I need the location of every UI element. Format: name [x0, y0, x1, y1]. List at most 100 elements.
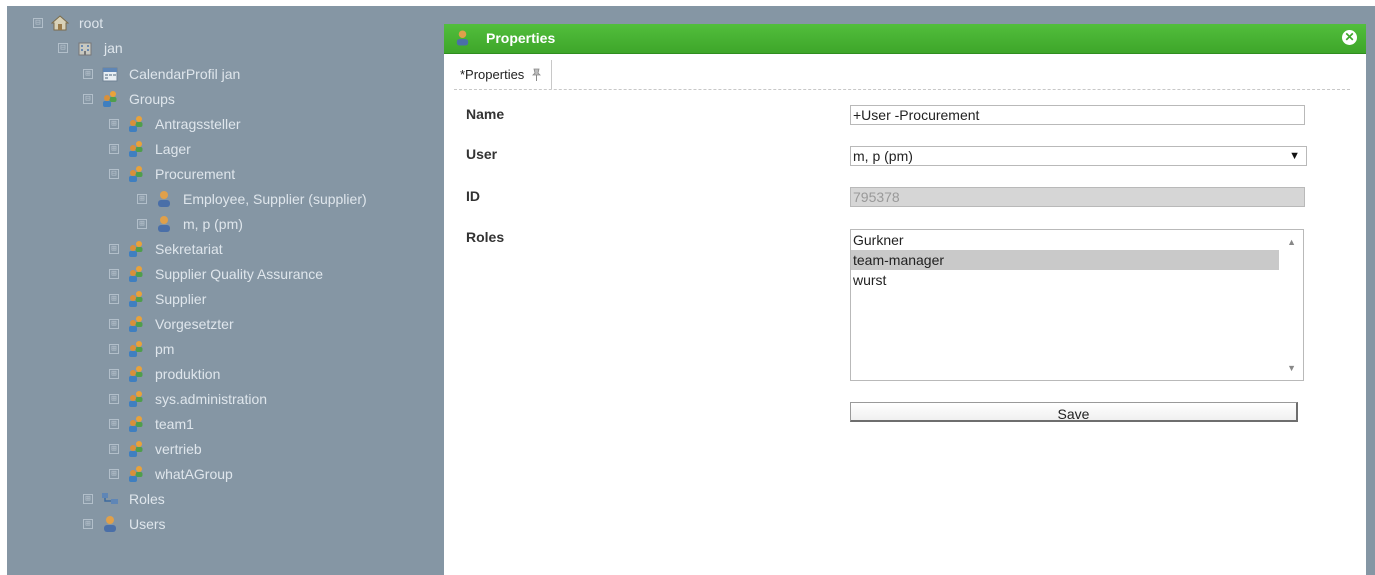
- building-icon: [78, 42, 92, 56]
- tree-label: whatAGroup: [155, 466, 233, 482]
- user-icon: [155, 190, 173, 208]
- tree-label: sys.administration: [155, 391, 268, 407]
- user-icon: [155, 215, 173, 233]
- group-icon: [127, 240, 145, 258]
- home-icon: [51, 15, 69, 31]
- tree-node-group-procurement[interactable]: ⊟ Procurement: [109, 163, 235, 185]
- save-button[interactable]: Save: [850, 402, 1298, 422]
- tree-node-group-lager[interactable]: ⊞ Lager: [109, 138, 191, 160]
- tree-label: Antragssteller: [155, 116, 241, 132]
- dialog-header[interactable]: Properties ✕: [444, 24, 1366, 54]
- tree-node-group[interactable]: ⊞ Vorgesetzter: [109, 313, 234, 335]
- user-label: User: [466, 146, 498, 162]
- tree-node-group[interactable]: ⊞ team1: [109, 413, 194, 435]
- close-icon[interactable]: ✕: [1342, 30, 1357, 45]
- user-icon: [454, 29, 471, 47]
- group-icon: [127, 465, 145, 483]
- tree-label: pm: [155, 341, 175, 357]
- tree-label: Groups: [129, 91, 175, 107]
- tree-label: m, p (pm): [183, 216, 243, 232]
- expand-toggle-icon[interactable]: ⊞: [83, 519, 93, 529]
- roles-icon: [102, 493, 118, 504]
- group-icon: [101, 90, 119, 108]
- tree-node-member[interactable]: ⊞ m, p (pm): [137, 213, 243, 235]
- tree-node-member[interactable]: ⊞ Employee, Supplier (supplier): [137, 188, 367, 210]
- expand-toggle-icon[interactable]: ⊞: [109, 269, 119, 279]
- tree-label: Supplier: [155, 291, 207, 307]
- scroll-down-icon[interactable]: ▼: [1287, 363, 1296, 373]
- properties-dialog: Properties ✕ *Properties Name +User -Pro…: [444, 24, 1366, 575]
- tree-node-group[interactable]: ⊞ pm: [109, 338, 174, 360]
- tree-label: Supplier Quality Assurance: [155, 266, 324, 282]
- group-icon: [127, 390, 145, 408]
- overlay-strip: [1366, 6, 1375, 575]
- expand-toggle-icon[interactable]: ⊞: [109, 144, 119, 154]
- user-select-value: m, p (pm): [853, 148, 913, 164]
- tree-label: Lager: [155, 141, 191, 157]
- id-label: ID: [466, 188, 480, 204]
- collapse-toggle-icon[interactable]: ⊟: [58, 43, 68, 53]
- name-field[interactable]: +User -Procurement: [850, 105, 1305, 125]
- id-field: 795378: [850, 187, 1305, 207]
- tree-node-group[interactable]: ⊞ produktion: [109, 363, 220, 385]
- tree-label: Procurement: [155, 166, 236, 182]
- tree-node-user-jan[interactable]: ⊟ jan: [58, 37, 123, 59]
- tree-node-users[interactable]: ⊞ Users: [83, 513, 166, 535]
- expand-toggle-icon[interactable]: ⊞: [109, 319, 119, 329]
- expand-toggle-icon[interactable]: ⊞: [137, 194, 147, 204]
- tree-node-roles[interactable]: ⊞ Roles: [83, 488, 165, 510]
- expand-toggle-icon[interactable]: ⊞: [109, 294, 119, 304]
- group-icon: [127, 265, 145, 283]
- expand-toggle-icon[interactable]: ⊞: [109, 244, 119, 254]
- expand-toggle-icon[interactable]: ⊞: [109, 444, 119, 454]
- calendar-icon: [102, 67, 118, 82]
- group-icon: [127, 140, 145, 158]
- tree-label: Sekretariat: [155, 241, 223, 257]
- tree-node-root[interactable]: ⊟ root: [33, 12, 103, 34]
- user-select[interactable]: m, p (pm) ▼: [850, 146, 1307, 166]
- tree-node-group[interactable]: ⊞ Supplier Quality Assurance: [109, 263, 323, 285]
- tree-label: Roles: [129, 491, 165, 507]
- role-option[interactable]: wurst: [851, 270, 1279, 290]
- tree-label: Employee, Supplier (supplier): [183, 191, 367, 207]
- expand-toggle-icon[interactable]: ⊞: [109, 369, 119, 379]
- tree-label: Vorgesetzter: [155, 316, 234, 332]
- role-option[interactable]: Gurkner: [851, 230, 1279, 250]
- expand-toggle-icon[interactable]: ⊞: [109, 394, 119, 404]
- tree-node-group[interactable]: ⊞ Sekretariat: [109, 238, 223, 260]
- tree-node-group[interactable]: ⊞ whatAGroup: [109, 463, 233, 485]
- expand-toggle-icon[interactable]: ⊞: [137, 219, 147, 229]
- group-icon: [127, 415, 145, 433]
- group-icon: [127, 165, 145, 183]
- tree-label: CalendarProfil jan: [129, 66, 241, 82]
- tree-label: jan: [104, 40, 123, 56]
- chevron-down-icon[interactable]: ▼: [1289, 147, 1300, 165]
- expand-toggle-icon[interactable]: ⊞: [109, 344, 119, 354]
- tree-node-group[interactable]: ⊞ sys.administration: [109, 388, 267, 410]
- tree-node-calendar-profile[interactable]: ⊞ CalendarProfil jan: [83, 63, 240, 85]
- expand-toggle-icon[interactable]: ⊞: [109, 119, 119, 129]
- scrollbar[interactable]: ▲ ▼: [1281, 230, 1303, 380]
- group-icon: [127, 440, 145, 458]
- roles-listbox[interactable]: Gurkner team-manager wurst ▲ ▼: [850, 229, 1304, 381]
- tree-node-group[interactable]: ⊞ vertrieb: [109, 438, 202, 460]
- expand-toggle-icon[interactable]: ⊞: [83, 494, 93, 504]
- tab-properties[interactable]: *Properties: [454, 60, 553, 89]
- tree-node-group[interactable]: ⊞ Supplier: [109, 288, 206, 310]
- role-option[interactable]: team-manager: [851, 250, 1279, 270]
- collapse-toggle-icon[interactable]: ⊟: [83, 94, 93, 104]
- scroll-up-icon[interactable]: ▲: [1287, 237, 1296, 247]
- collapse-toggle-icon[interactable]: ⊟: [33, 18, 43, 28]
- pin-icon[interactable]: [530, 68, 542, 82]
- tree-node-groups[interactable]: ⊟ Groups: [83, 88, 175, 110]
- tree-node-group-antragssteller[interactable]: ⊞ Antragssteller: [109, 113, 241, 135]
- overlay-strip: [444, 6, 1366, 24]
- tree-label: root: [79, 15, 104, 31]
- expand-toggle-icon[interactable]: ⊞: [83, 69, 93, 79]
- collapse-toggle-icon[interactable]: ⊟: [109, 169, 119, 179]
- expand-toggle-icon[interactable]: ⊞: [109, 469, 119, 479]
- expand-toggle-icon[interactable]: ⊞: [109, 419, 119, 429]
- tree-label: vertrieb: [155, 441, 202, 457]
- tab-label: *Properties: [460, 67, 525, 82]
- group-icon: [127, 365, 145, 383]
